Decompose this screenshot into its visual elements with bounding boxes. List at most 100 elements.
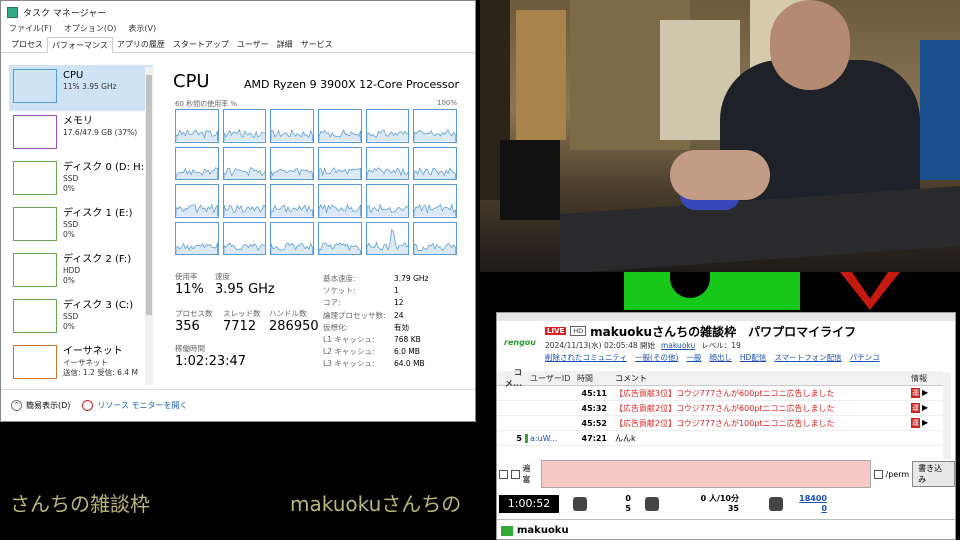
sidebar-item-name: ディスク 1 (E:)	[63, 208, 133, 219]
tab-performance[interactable]: パフォーマンス	[47, 37, 113, 53]
sidebar-graph-thumbnail	[13, 115, 57, 149]
logical-processor-graph	[365, 146, 410, 180]
scrollbar-thumb[interactable]	[146, 75, 152, 315]
chevron-up-icon: ⌃	[11, 400, 22, 411]
tab-services[interactable]: サービス	[297, 37, 337, 52]
table-row[interactable]: 45:52 【広告貢献2位】コウジ777さんが100ptニコニ広告しました 運 ▶	[497, 416, 943, 431]
table-row[interactable]: 5 a:uW... 47:21 んんk	[497, 431, 943, 446]
handle-label: ハンドル数	[269, 309, 307, 318]
speed-label: 速度	[215, 272, 230, 281]
tab-users[interactable]: ユーザー	[233, 37, 273, 52]
options-checkbox[interactable]	[499, 469, 508, 479]
toolbar-strip	[497, 313, 955, 321]
tag-link[interactable]: 一般(その他)	[635, 352, 678, 363]
table-row[interactable]: 45:11 【広告貢献3位】コウジ777さんが600ptニコニ広告しました 運 ▶	[497, 386, 943, 401]
sidebar-graph-thumbnail	[13, 299, 57, 333]
resource-sidebar: CPU 11% 3.95 GHz メモリ 17.6/47.9 GB (37%) ディスク…	[9, 65, 153, 387]
info-tag: 運	[911, 388, 920, 398]
green-overlay	[624, 272, 800, 310]
comment-text: 【広告貢献3位】コウジ777さんが600ptニコニ広告しました	[615, 388, 835, 398]
usage-stat: 使用率 11%	[175, 271, 204, 297]
resource-monitor-link[interactable]: リソース モニターを開く	[82, 400, 188, 411]
overlay-strip	[480, 272, 960, 312]
menu-view[interactable]: 表示(V)	[128, 23, 156, 37]
logical-processor-graph	[222, 109, 267, 143]
table-row[interactable]: 45:32 【広告貢献2位】コウジ777さんが600ptニコニ広告しました 運 ▶	[497, 401, 943, 416]
menu-options[interactable]: オプション(O)	[64, 23, 117, 37]
viewer-count-top: 0 人/10分	[700, 494, 739, 503]
spec-row: 仮想化: 有効	[323, 322, 463, 334]
sidebar-item-disk-1[interactable]: ディスク 1 (E:) SSD 0%	[9, 203, 153, 249]
perm-checkbox[interactable]	[873, 469, 883, 479]
channel-logo: rengou	[504, 337, 536, 347]
ad-points[interactable]: 18400 0	[783, 494, 827, 514]
level-label: レベル：19	[701, 340, 741, 350]
sidebar-item-cpu[interactable]: CPU 11% 3.95 GHz	[9, 65, 153, 111]
menu-file[interactable]: ファイル(F)	[9, 23, 52, 37]
post-button[interactable]: 書き込み	[912, 461, 955, 487]
sidebar-item-name: メモリ	[63, 116, 93, 127]
marquee-left: さんちの雑談枠	[10, 492, 150, 516]
live-badge: LIVE	[545, 327, 567, 335]
tab-details[interactable]: 詳細	[273, 37, 297, 52]
logical-processor-graph	[270, 109, 314, 143]
logical-processor-graph	[175, 221, 219, 255]
spec-value: 3.79 GHz	[394, 274, 429, 283]
col-no[interactable]: コメ...	[497, 367, 525, 389]
tag-link[interactable]: 削除されたコミュニティ	[545, 352, 627, 363]
broadcast-meta: 2024/11/13(水) 02:05:48 開始 makuoku レベル：19	[545, 339, 951, 351]
menu-bar: ファイル(F) オプション(O) 表示(V)	[1, 23, 475, 37]
tab-startup[interactable]: スタートアップ	[169, 37, 233, 52]
tag-link[interactable]: スマートフォン配信	[774, 352, 841, 363]
owner-link[interactable]: makuoku	[661, 341, 695, 350]
comment-time: 47:21	[581, 433, 607, 443]
col-info[interactable]: 情報	[911, 373, 943, 384]
broadcast-header: rengou LIVE HD makuokuさんちの雑談枠 パワプロマイライフ …	[497, 321, 955, 363]
red-overlay	[840, 272, 900, 310]
mode-label: 遍富	[522, 464, 531, 484]
hand	[670, 150, 770, 200]
user-icon	[501, 525, 513, 536]
tag-link[interactable]: HD配信	[740, 352, 766, 363]
sidebar-item-ethernet[interactable]: イーサネット イーサネット 送信: 1.2 受信: 6.4 M	[9, 341, 153, 387]
tag-link[interactable]: 一般	[686, 352, 701, 363]
comment-scrollbar[interactable]	[943, 373, 951, 459]
sidebar-item-text: ディスク 1 (E:) SSD 0%	[63, 207, 133, 245]
spec-key: 論理プロセッサ数:	[323, 310, 386, 320]
ad-points-bottom: 0	[821, 504, 827, 513]
spec-value: 64.0 MB	[394, 359, 425, 369]
viewer-count: 0 人/10分 35	[659, 494, 739, 514]
info-cell: 運 ▶	[911, 388, 943, 398]
tab-app-history[interactable]: アプリの履歴	[113, 37, 169, 52]
usage-value: 11%	[175, 282, 204, 297]
sidebar-item-disk-3[interactable]: ディスク 3 (C:) SSD 0%	[9, 295, 153, 341]
comment-no: 5	[516, 433, 522, 443]
sidebar-item-line1: イーサネット	[63, 358, 108, 367]
mode-checkbox[interactable]	[510, 469, 520, 479]
spec-value: 768 KB	[394, 335, 421, 345]
tag-link[interactable]: 顔出し	[709, 352, 732, 363]
sidebar-item-disk-2[interactable]: ディスク 2 (F:) HDD 0%	[9, 249, 153, 295]
comment-time: 45:52	[581, 418, 607, 428]
tab-processes[interactable]: プロセス	[7, 37, 47, 52]
col-time[interactable]: 時間	[577, 373, 611, 384]
sidebar-scrollbar[interactable]	[145, 67, 153, 385]
status-bar: 1:00:52 05 0 人/10分 35 18400 0	[497, 491, 955, 517]
compact-view-link[interactable]: ⌃ 簡易表示(D)	[11, 400, 70, 411]
window-title: タスク マネージャー	[23, 8, 107, 19]
sidebar-item-memory[interactable]: メモリ 17.6/47.9 GB (37%)	[9, 111, 153, 157]
comment-input[interactable]	[540, 460, 871, 488]
tag-link[interactable]: パチンコ	[850, 352, 880, 363]
logical-processor-graphs	[175, 109, 457, 255]
col-comment[interactable]: コメント	[611, 373, 911, 384]
sidebar-item-name: ディスク 3 (C:)	[63, 300, 134, 311]
compact-view-label: 簡易表示(D)	[26, 401, 71, 410]
spec-value: 12	[394, 298, 404, 308]
hd-badge: HD	[570, 326, 587, 336]
info-cell: 運 ▶	[911, 418, 943, 428]
col-uid[interactable]: ユーザーID	[525, 373, 577, 384]
spec-row: L3 キャッシュ: 64.0 MB	[323, 358, 463, 370]
table-header: コメ... ユーザーID 時間 コメント 情報	[497, 368, 943, 388]
uptime-label: 稼働時間	[175, 344, 205, 353]
sidebar-item-disk-0[interactable]: ディスク 0 (D: H:) SSD 0%	[9, 157, 153, 203]
